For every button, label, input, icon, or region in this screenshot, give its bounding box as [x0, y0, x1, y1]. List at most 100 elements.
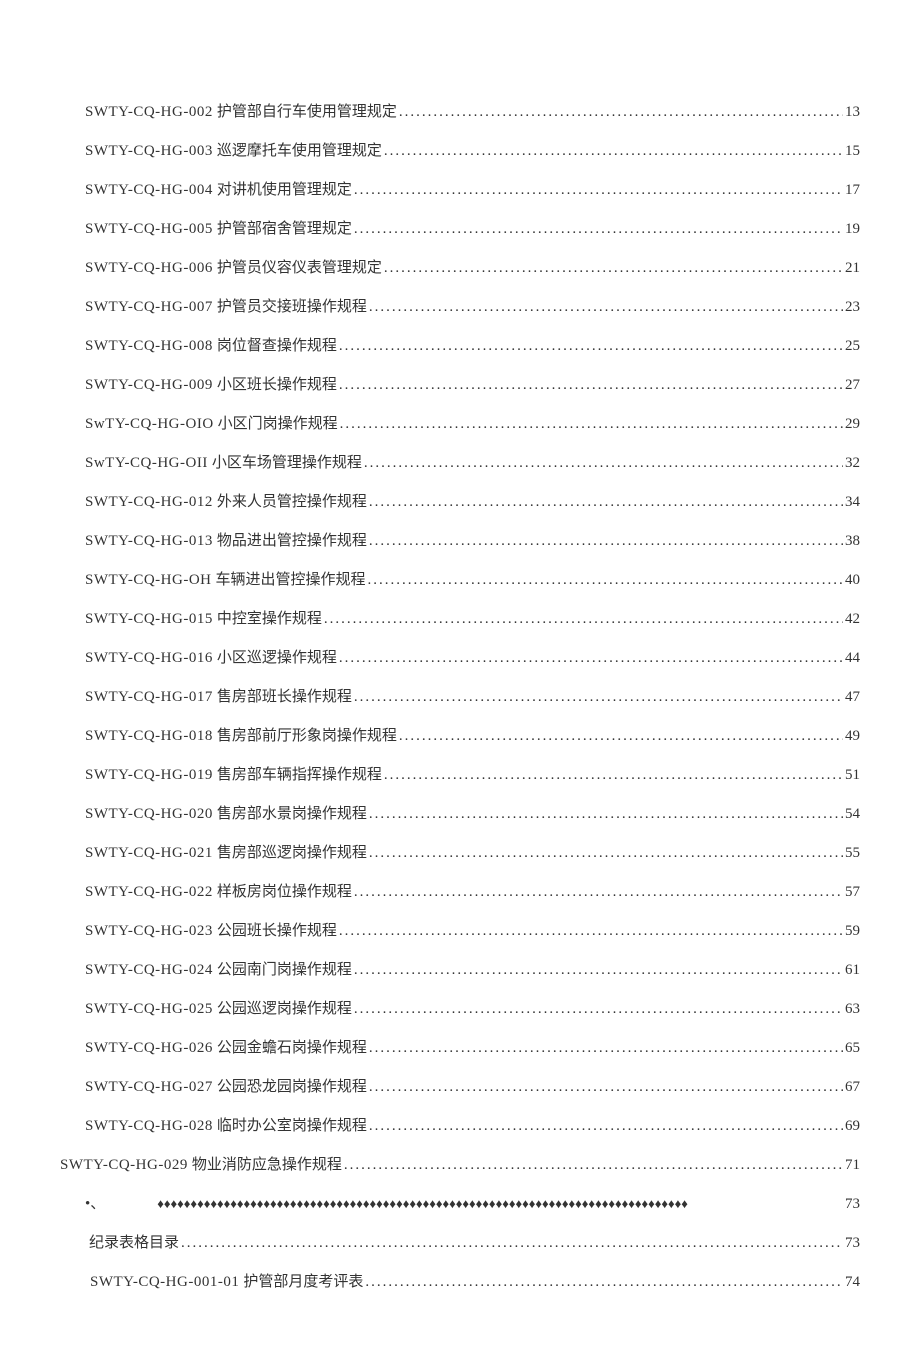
toc-code: SWTY-CQ-HG-027 — [85, 1079, 213, 1096]
dot-leader — [340, 416, 843, 433]
dot-leader — [369, 494, 843, 511]
toc-diamond-row: •、 73 — [60, 1192, 860, 1213]
diamond-leader — [157, 1196, 843, 1212]
toc-page-number: 57 — [845, 884, 860, 901]
toc-tail-list: 纪录表格目录 73 SWTY-CQ-HG-001-01护管部月度考评表74 — [60, 1231, 860, 1291]
toc-title: 售房部车辆指挥操作规程 — [217, 763, 382, 784]
toc-entry: SWTY-CQ-HG-016小区巡逻操作规程 44 — [60, 646, 860, 667]
toc-page-number: 55 — [845, 845, 860, 862]
toc-page-number: 13 — [845, 104, 860, 121]
toc-title: 小区门岗操作规程 — [218, 412, 338, 433]
toc-page-number: 54 — [845, 806, 860, 823]
toc-title: 临时办公室岗操作规程 — [217, 1114, 367, 1135]
toc-title: 中控室操作规程 — [217, 607, 322, 628]
toc-code: SWTY-CQ-HG-026 — [85, 1040, 213, 1057]
dot-leader — [181, 1235, 843, 1252]
dot-leader — [369, 1079, 843, 1096]
toc-entry: SWTY-CQ-HG-023公园班长操作规程59 — [60, 919, 860, 940]
toc-entry: SWTY-CQ-HG-003巡逻摩托车使用管理规定15 — [60, 139, 860, 160]
toc-title: 公园南门岗操作规程 — [217, 958, 352, 979]
toc-entry: SWTY-CQ-HG-019售房部车辆指挥操作规程51 — [60, 763, 860, 784]
dot-leader — [369, 845, 843, 862]
dot-leader — [339, 650, 843, 667]
toc-page-number: 73 — [845, 1235, 860, 1252]
toc-page-number: 27 — [845, 377, 860, 394]
toc-title: 样板房岗位操作规程 — [217, 880, 352, 901]
dot-leader — [354, 182, 843, 199]
toc-code: SWTY-CQ-HG-OH — [85, 572, 212, 589]
toc-title: 车辆进出管控操作规程 — [216, 568, 366, 589]
dot-leader — [354, 1001, 843, 1018]
dot-leader — [384, 767, 843, 784]
toc-code: SWTY-CQ-HG-024 — [85, 962, 213, 979]
toc-code: SWTY-CQ-HG-018 — [85, 728, 213, 745]
toc-title: 护管员交接班操作规程 — [217, 295, 367, 316]
toc-title: 物业消防应急操作规程 — [192, 1153, 342, 1174]
toc-page-number: 23 — [845, 299, 860, 316]
toc-title: 巡逻摩托车使用管理规定 — [217, 139, 382, 160]
dot-leader — [339, 377, 843, 394]
toc-code: SWTY-CQ-HG-008 — [85, 338, 213, 355]
toc-entry: SWTY-CQ-HG-025公园巡逻岗操作规程63 — [60, 997, 860, 1018]
toc-title: 物品进出管控操作规程 — [217, 529, 367, 550]
toc-code: SWTY-CQ-HG-021 — [85, 845, 213, 862]
toc-code: SWTY-CQ-HG-015 — [85, 611, 213, 628]
toc-entry: SWTY-CQ-HG-028临时办公室岗操作规程69 — [60, 1114, 860, 1135]
toc-entry: SWTY-CQ-HG-020售房部水景岗操作规程 54 — [60, 802, 860, 823]
toc-title: 岗位督查操作规程 — [217, 334, 337, 355]
toc-code: SWTY-CQ-HG-025 — [85, 1001, 213, 1018]
toc-code: SWTY-CQ-HG-007 — [85, 299, 213, 316]
toc-code: SWTY-CQ-HG-020 — [85, 806, 213, 823]
toc-page-number: 65 — [845, 1040, 860, 1057]
toc-page-number: 34 — [845, 494, 860, 511]
toc-entry: SWTY-CQ-HG-005护管部宿舍管理规定19 — [60, 217, 860, 238]
document-page: SWTY-CQ-HG-002护管部自行车使用管理规定 13 SWTY-CQ-HG-0… — [0, 0, 920, 1349]
toc-entry: SWTY-CQ-HG-013物品进出管控操作规程 38 — [60, 529, 860, 550]
toc-title: 纪录表格目录 — [89, 1231, 179, 1252]
toc-code: SWTY-CQ-HG-003 — [85, 143, 213, 160]
toc-page-number: 21 — [845, 260, 860, 277]
toc-page-number: 74 — [845, 1274, 860, 1291]
toc-page-number: 51 — [845, 767, 860, 784]
toc-code: SWTY-CQ-HG-016 — [85, 650, 213, 667]
dot-leader — [399, 728, 843, 745]
toc-page-number: 29 — [845, 416, 860, 433]
dot-leader — [344, 1157, 843, 1174]
dot-leader — [354, 884, 843, 901]
toc-entry: SWTY-CQ-HG-026公园金蟾石岗操作规程 65 — [60, 1036, 860, 1057]
toc-entry: SWTY-CQ-HG-017售房部班长操作规程47 — [60, 685, 860, 706]
toc-page-number: 71 — [845, 1157, 860, 1174]
toc-title: 小区班长操作规程 — [217, 373, 337, 394]
toc-entry: SWTY-CQ-HG-022样板房岗位操作规程57 — [60, 880, 860, 901]
toc-page-number: 44 — [845, 650, 860, 667]
toc-code: SWTY-CQ-HG-002 — [85, 104, 213, 121]
toc-title: 小区车场管理操作规程 — [212, 451, 362, 472]
toc-page-number: 59 — [845, 923, 860, 940]
toc-title: 护管部自行车使用管理规定 — [217, 100, 397, 121]
dot-leader — [354, 221, 843, 238]
toc-page-number: 25 — [845, 338, 860, 355]
toc-entry: SWTY-CQ-HG-015中控室操作规程42 — [60, 607, 860, 628]
toc-title: 售房部水景岗操作规程 — [217, 802, 367, 823]
dot-leader — [324, 611, 843, 628]
toc-code: SWTY-CQ-HG-006 — [85, 260, 213, 277]
dot-leader — [354, 962, 843, 979]
toc-title: 售房部前厅形象岗操作规程 — [217, 724, 397, 745]
toc-code: SWTY-CQ-HG-009 — [85, 377, 213, 394]
toc-page-number: 49 — [845, 728, 860, 745]
toc-code: SwTY-CQ-HG-OIO — [85, 416, 214, 433]
dot-leader — [369, 806, 843, 823]
toc-title: 护管员仪容仪表管理规定 — [217, 256, 382, 277]
toc-title: 公园金蟾石岗操作规程 — [217, 1036, 367, 1057]
toc-title: 公园班长操作规程 — [217, 919, 337, 940]
toc-entry: SWTY-CQ-HG-001-01护管部月度考评表74 — [60, 1270, 860, 1291]
toc-title: 公园巡逻岗操作规程 — [217, 997, 352, 1018]
toc-entry: SWTY-CQ-HG-008岗位督查操作规程 25 — [60, 334, 860, 355]
toc-entry: SwTY-CQ-HG-OII小区车场管理操作规程 32 — [60, 451, 860, 472]
toc-title: 售房部班长操作规程 — [217, 685, 352, 706]
toc-title: 小区巡逻操作规程 — [217, 646, 337, 667]
dot-leader — [369, 1040, 843, 1057]
toc-entry: SWTY-CQ-HG-009小区班长操作规程 27 — [60, 373, 860, 394]
toc-title: 外来人员管控操作规程 — [217, 490, 367, 511]
dot-leader — [365, 1274, 843, 1291]
